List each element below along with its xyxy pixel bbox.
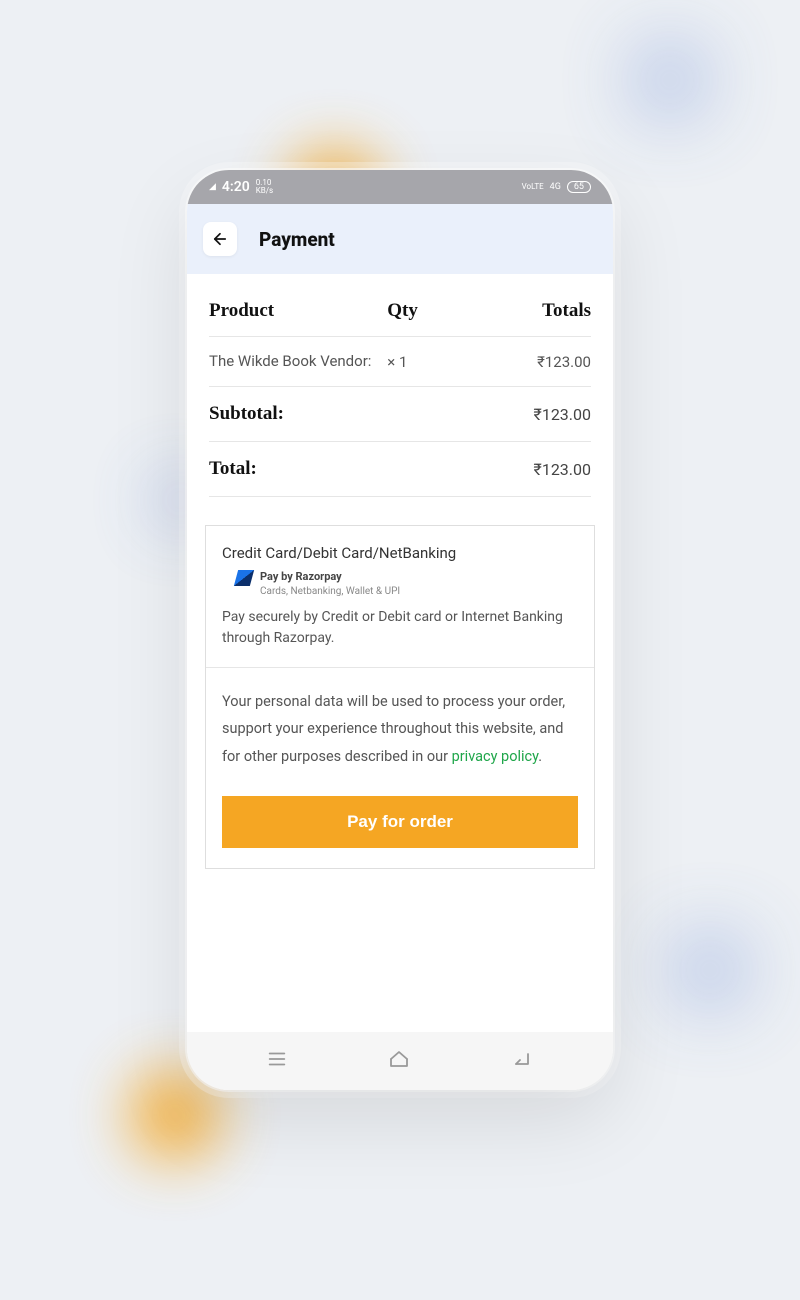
col-totals: Totals [464,300,591,322]
total-value: ₹123.00 [400,460,591,479]
subtotal-value: ₹123.00 [400,405,591,424]
col-qty: Qty [387,300,463,322]
battery-indicator: 65 [567,181,591,193]
payment-method-title: Credit Card/Debit Card/NetBanking [222,544,578,562]
subtotal-row: Subtotal: ₹123.00 [209,387,591,442]
status-data-rate: 0.10KB/s [256,179,273,195]
payment-card: Credit Card/Debit Card/NetBanking Pay by… [205,525,595,869]
col-product: Product [209,300,387,322]
signal-icon: ◢ [209,182,216,192]
status-network: VoLTE [522,183,544,191]
payment-method-section: Credit Card/Debit Card/NetBanking Pay by… [206,526,594,668]
status-bar: ◢ 4:20 0.10KB/s VoLTE 4G 65 [187,170,613,204]
item-name: The Wikde Book Vendor: [209,351,387,372]
table-header-row: Product Qty Totals [209,296,591,337]
recent-apps-button[interactable] [266,1048,288,1074]
order-item-row: The Wikde Book Vendor: × 1 ₹123.00 [209,337,591,387]
total-label: Total: [209,458,400,480]
payment-method-desc: Pay securely by Credit or Debit card or … [222,607,578,649]
subtotal-label: Subtotal: [209,403,400,425]
razorpay-icon [234,570,254,586]
razorpay-badge: Pay by Razorpay Cards, Netbanking, Walle… [236,570,578,599]
status-time: 4:20 [222,179,250,195]
home-button[interactable] [387,1047,411,1075]
app-header: Payment [187,204,613,274]
arrow-left-icon [211,230,229,248]
privacy-section: Your personal data will be used to proce… [206,668,594,793]
total-row: Total: ₹123.00 [209,442,591,497]
back-nav-button[interactable] [510,1047,534,1075]
privacy-policy-link[interactable]: privacy policy [452,748,539,765]
android-nav-bar [187,1032,613,1090]
page-title: Payment [259,228,335,251]
privacy-text: Your personal data will be used to proce… [222,688,578,771]
order-summary-table: Product Qty Totals The Wikde Book Vendor… [187,274,613,497]
status-network-type: 4G [550,182,561,192]
phone-frame: ◢ 4:20 0.10KB/s VoLTE 4G 65 Payment Prod… [187,170,613,1090]
razorpay-text: Pay by Razorpay Cards, Netbanking, Walle… [260,570,400,599]
item-qty: × 1 [387,353,463,371]
content-area: Product Qty Totals The Wikde Book Vendor… [187,274,613,1032]
pay-for-order-button[interactable]: Pay for order [222,796,578,848]
back-button[interactable] [203,222,237,256]
item-total: ₹123.00 [464,353,591,371]
